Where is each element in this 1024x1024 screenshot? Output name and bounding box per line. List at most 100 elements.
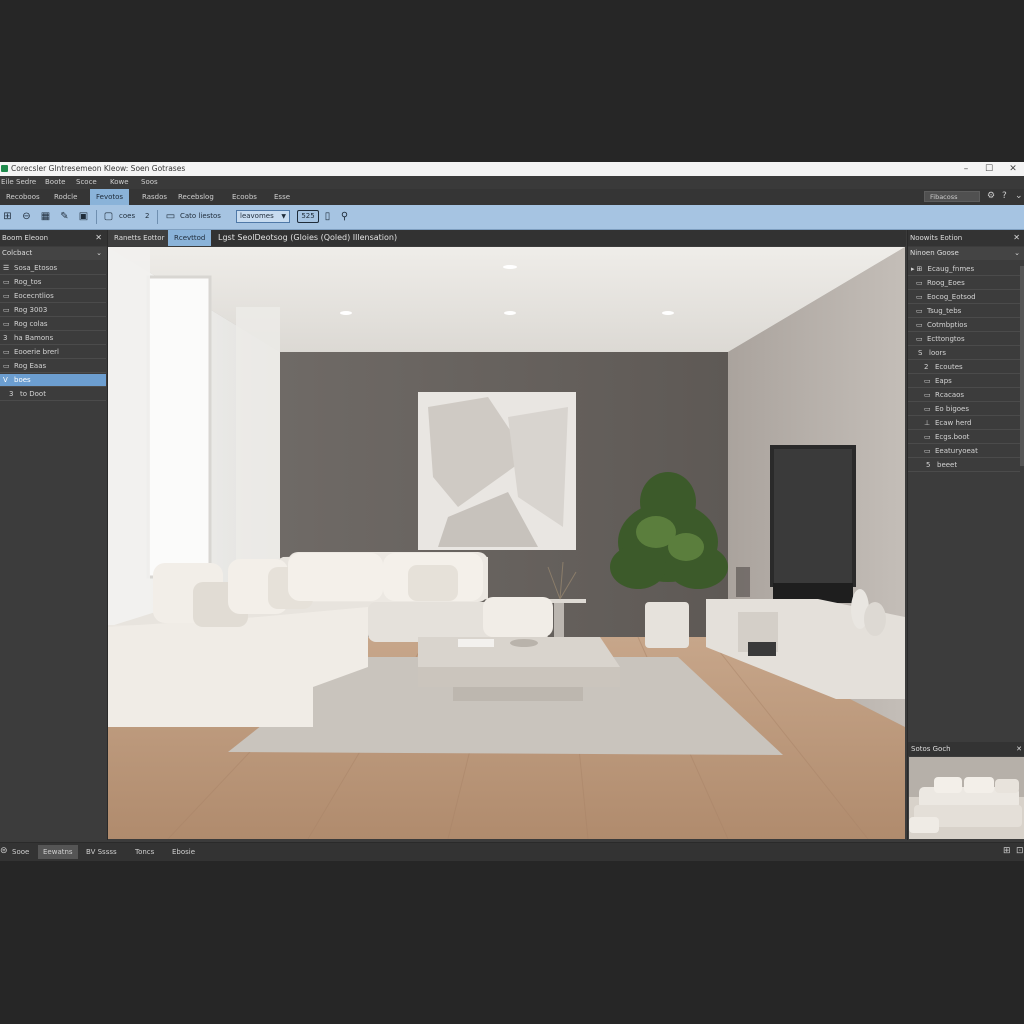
list-item-selected[interactable]: Vboes (0, 374, 106, 387)
table-icon[interactable]: ▦ (39, 210, 52, 223)
menu-item-1[interactable]: Sedre (16, 178, 36, 186)
layout-icon[interactable]: ▣ (77, 210, 90, 223)
ribbon-search-box[interactable]: Fibacoss (924, 191, 980, 202)
list-item-label: Rog_tos (14, 278, 42, 286)
scene-item-icon: ▭ (924, 447, 931, 455)
scene-item-icon: ▭ (916, 307, 923, 315)
viewport-tab-editor[interactable]: Ranetts Eottor (108, 230, 171, 246)
scene-item-label: Eaps (935, 377, 952, 385)
ribbon-tab-6[interactable]: Esse (268, 189, 296, 205)
scene-item[interactable]: ▭ Eo bigoes (908, 403, 1020, 416)
pen-icon[interactable]: ✎ (58, 210, 71, 223)
menu-item-0[interactable]: Eile (1, 178, 14, 186)
list-item[interactable]: ▭ Rog Eaas (0, 360, 106, 373)
scene-item[interactable]: ▭ Eeaturyoeat (908, 445, 1020, 458)
scene-item[interactable]: ▭ Cotmbptios (908, 319, 1020, 332)
scene-item-label: Tsug_tebs (927, 307, 962, 315)
target-icon[interactable]: ⊖ (20, 210, 33, 223)
scene-item-label: Ecgs.boot (935, 433, 970, 441)
list-item[interactable]: 3 ha Bamons (0, 332, 106, 345)
viewport-tabs: Ranetts Eottor Rcevttod Lgst SeolDeotsog… (108, 230, 906, 246)
grid-icon[interactable]: ⊞ (1, 210, 14, 223)
scene-item[interactable]: 5 beeet (908, 459, 1020, 472)
save-icon[interactable]: ▯ (321, 210, 334, 223)
list-icon: 3 (3, 334, 8, 342)
status-tab-3[interactable]: Toncs (130, 845, 159, 859)
list-item[interactable]: ▭ Rog 3003 (0, 304, 106, 317)
render-viewport[interactable] (108, 247, 905, 839)
expand-arrow-icon: ▸ (911, 265, 915, 273)
list-item-label: boes (14, 376, 31, 384)
scene-item[interactable]: 2 Ecoutes (908, 361, 1020, 374)
close-icon[interactable]: ✕ (1013, 230, 1020, 246)
scene-item-label: Roog_Eoes (927, 279, 965, 287)
toolbar-divider (96, 210, 97, 224)
list-item[interactable]: 3 to Doot (0, 388, 106, 401)
camera-icon[interactable]: ▭ (164, 210, 177, 223)
list-item[interactable]: ▭ Rog colas (0, 318, 106, 331)
status-tab-4[interactable]: Ebosie (167, 845, 200, 859)
viewport-title: Lgst SeolDeotsog (Gloies (Qoled) Illensa… (218, 233, 398, 242)
list-icon: ▭ (3, 306, 10, 314)
status-tab-1[interactable]: Eewatns (38, 845, 78, 859)
scene-item[interactable]: ⊥ Ecaw herd (908, 417, 1020, 430)
preview-header: Sotos Goch ✕ (908, 742, 1024, 756)
ribbon-tabs: Recoboos Rodcle Fevotos Rasdos Recebslog… (0, 189, 1024, 205)
close-button[interactable]: ✕ (999, 162, 1024, 176)
chevron-down-icon: ⌄ (96, 249, 102, 257)
right-panel-header: Noowits Eotion ✕ (908, 230, 1024, 246)
list-icon: ▭ (3, 320, 10, 328)
chevron-down-icon: ▼ (281, 213, 286, 220)
ribbon-tab-1[interactable]: Rodcle (48, 189, 83, 205)
status-tab-0[interactable]: Sooe (7, 845, 34, 859)
list-item[interactable]: ▭ Eooerie brerl (0, 346, 106, 359)
settings-icon[interactable]: ⚙ (987, 191, 995, 201)
left-panel-dropdown[interactable]: Colcbact ⌄ (0, 247, 107, 260)
scene-item-label: Ecoutes (935, 363, 963, 371)
scene-item-label: Ecaw herd (935, 419, 972, 427)
node-icon[interactable]: ⚲ (338, 210, 351, 223)
scene-item[interactable]: ▭ Ecgs.boot (908, 431, 1020, 444)
close-icon[interactable]: ✕ (1016, 742, 1022, 756)
expand-icon[interactable]: ⌄ (1015, 191, 1023, 201)
scrollbar[interactable] (1020, 266, 1024, 466)
menu-item-4[interactable]: Kowe (110, 178, 129, 186)
layout-icon[interactable]: ⊞ (1003, 846, 1011, 856)
scene-item[interactable]: ▭ Eaps (908, 375, 1020, 388)
menu-item-2[interactable]: Boote (45, 178, 65, 186)
scene-item[interactable]: ▭ Eocog_Eotsod (908, 291, 1020, 304)
scene-item-icon: ▭ (916, 335, 923, 343)
list-item[interactable]: ☰ Sosa_Etosos (0, 262, 106, 275)
list-item-label: Rog colas (14, 320, 48, 328)
scene-item[interactable]: Sloors (908, 347, 1020, 360)
scene-item[interactable]: ▭ Rcacaos (908, 389, 1020, 402)
scene-item-icon: ▭ (916, 321, 923, 329)
window-title: Corecsler Glntresemeon Kleow: Soen Gotra… (11, 164, 186, 173)
scene-item[interactable]: ▭ Roog_Eoes (908, 277, 1020, 290)
restore-icon[interactable]: ⊡ (1016, 846, 1024, 856)
scene-item[interactable]: ▭ Tsug_tebs (908, 305, 1020, 318)
ribbon-tab-0[interactable]: Recoboos (0, 189, 46, 205)
scene-item[interactable]: ▭ Ecttongtos (908, 333, 1020, 346)
menu-item-5[interactable]: Soos (141, 178, 158, 186)
help-icon[interactable]: ? (1002, 191, 1007, 201)
status-tab-2[interactable]: BV Sssss (81, 845, 122, 859)
sample-count-badge[interactable]: 525 (297, 210, 319, 223)
menu-item-3[interactable]: Scoce (76, 178, 97, 186)
ribbon-tab-4[interactable]: Recebslog (172, 189, 220, 205)
list-item[interactable]: ▭ Rog_tos (0, 276, 106, 289)
preview-thumbnail[interactable] (909, 757, 1024, 839)
scene-item[interactable]: ▸ ⊞ Ecaug_fnmes (908, 263, 1020, 276)
ribbon-tab-2[interactable]: Fevotos (90, 189, 130, 205)
list-item[interactable]: ▭ Eocecntlios (0, 290, 106, 303)
scene-item-icon: ▭ (924, 405, 931, 413)
view-select[interactable]: leavomes ▼ (236, 210, 290, 223)
viewport-tab-render[interactable]: Rcevttod (168, 230, 212, 246)
right-panel-dropdown[interactable]: Ninoen Goose ⌄ (908, 247, 1024, 260)
close-icon[interactable]: ✕ (95, 230, 102, 246)
scene-item-label: beeet (937, 461, 958, 469)
ribbon-tab-5[interactable]: Ecoobs (226, 189, 263, 205)
ribbon-tab-3[interactable]: Rasdos (136, 189, 173, 205)
title-bar: Corecsler Glntresemeon Kleow: Soen Gotra… (0, 162, 1024, 176)
frame-icon[interactable]: ▢ (102, 210, 115, 223)
